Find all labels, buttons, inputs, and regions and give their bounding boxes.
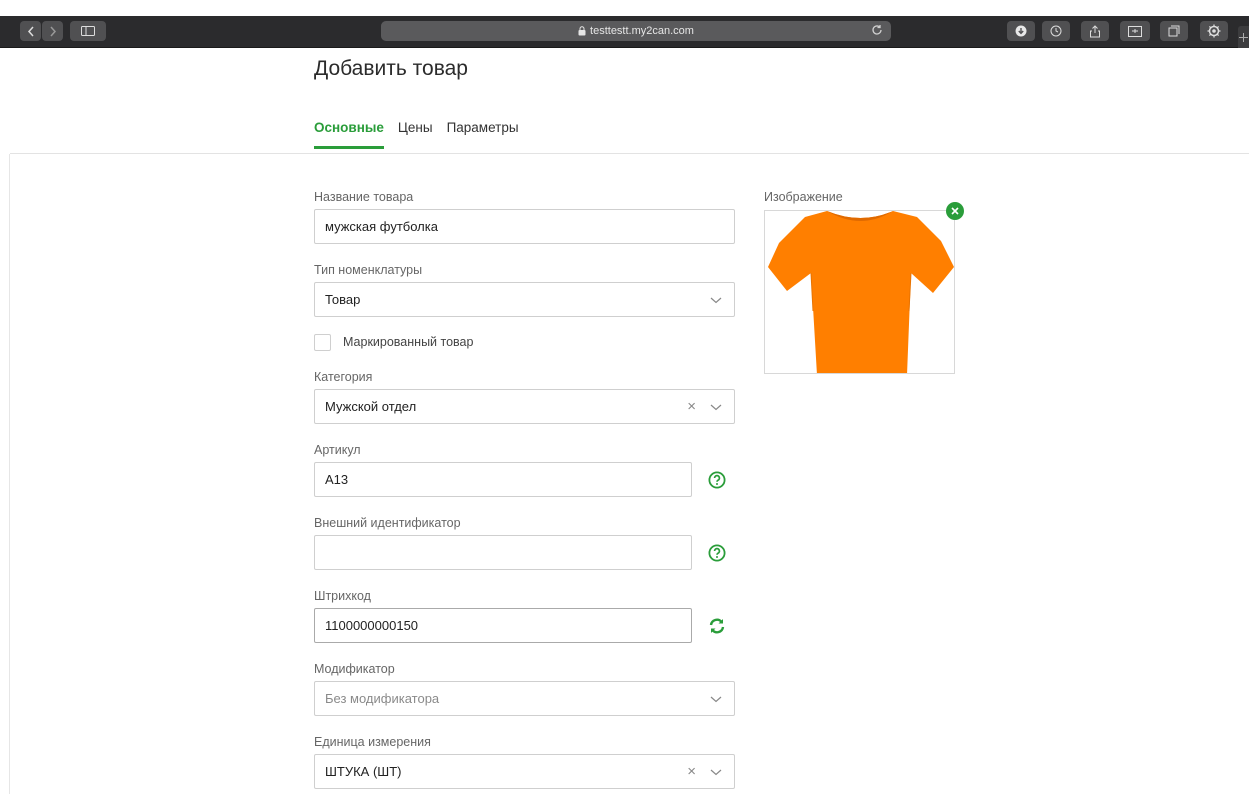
share-button[interactable] bbox=[1081, 21, 1109, 41]
tabs-overview-button[interactable] bbox=[1160, 21, 1188, 41]
external-id-help-icon[interactable] bbox=[708, 544, 726, 562]
extension-button[interactable] bbox=[1200, 21, 1228, 41]
tab-prices[interactable]: Цены bbox=[398, 120, 433, 149]
gear-icon bbox=[1207, 24, 1221, 38]
category-label: Категория bbox=[314, 370, 373, 384]
chevron-down-icon bbox=[710, 696, 722, 703]
unit-clear-icon[interactable]: × bbox=[687, 764, 696, 779]
modifier-placeholder: Без модификатора bbox=[325, 691, 440, 706]
barcode-input[interactable]: 1100000000150 bbox=[314, 608, 692, 643]
chevron-left-icon bbox=[27, 26, 34, 36]
unit-select[interactable]: ШТУКА (ШТ) × bbox=[314, 754, 735, 789]
sidebar-icon bbox=[81, 26, 95, 36]
window-top-strip bbox=[0, 0, 1249, 16]
share-icon bbox=[1090, 24, 1100, 37]
tab-main[interactable]: Основные bbox=[314, 120, 384, 149]
sidebar-divider bbox=[9, 154, 10, 794]
marked-checkbox[interactable] bbox=[314, 334, 331, 351]
chevron-down-icon bbox=[710, 769, 722, 776]
close-icon bbox=[951, 207, 959, 215]
barcode-value: 1100000000150 bbox=[325, 618, 419, 633]
category-value: Мужской отдел bbox=[325, 399, 417, 414]
name-input[interactable]: мужская футболка bbox=[314, 209, 735, 244]
forward-button[interactable] bbox=[42, 21, 63, 41]
category-clear-icon[interactable]: × bbox=[687, 399, 696, 414]
address-bar[interactable]: testtestt.my2can.com bbox=[381, 21, 891, 41]
image-label: Изображение bbox=[764, 190, 843, 204]
type-label: Тип номенклатуры bbox=[314, 263, 423, 277]
address-url: testtestt.my2can.com bbox=[590, 25, 694, 37]
unit-label: Единица измерения bbox=[314, 735, 431, 749]
article-input[interactable]: A13 bbox=[314, 462, 692, 497]
article-help-icon[interactable] bbox=[708, 471, 726, 489]
type-value: Товар bbox=[325, 292, 361, 307]
clock-icon bbox=[1050, 25, 1062, 37]
chevron-down-icon bbox=[710, 404, 722, 411]
article-label: Артикул bbox=[314, 443, 361, 457]
reader-button[interactable] bbox=[1120, 21, 1150, 41]
page-content: Добавить товар Основные Цены Параметры Н… bbox=[0, 48, 1249, 794]
type-select[interactable]: Товар bbox=[314, 282, 735, 317]
new-tab-button[interactable] bbox=[1238, 26, 1249, 48]
sidebar-button[interactable] bbox=[70, 21, 106, 41]
name-label: Название товара bbox=[314, 190, 414, 204]
reload-icon[interactable] bbox=[871, 24, 883, 39]
refresh-icon[interactable] bbox=[708, 617, 726, 635]
plus-icon bbox=[1239, 32, 1248, 42]
browser-toolbar: testtestt.my2can.com bbox=[0, 16, 1249, 48]
marked-label: Маркированный товар bbox=[343, 335, 474, 349]
tshirt-image bbox=[768, 211, 954, 373]
unit-value: ШТУКА (ШТ) bbox=[325, 764, 402, 779]
download-icon bbox=[1015, 25, 1027, 37]
tabs-bar: Основные Цены Параметры bbox=[314, 120, 533, 149]
modifier-label: Модификатор bbox=[314, 662, 395, 676]
external-id-input[interactable] bbox=[314, 535, 692, 570]
tabs-divider bbox=[10, 153, 1249, 154]
tabs-icon bbox=[1168, 25, 1180, 37]
product-image[interactable] bbox=[764, 210, 955, 374]
reader-icon bbox=[1128, 25, 1142, 37]
chevron-right-icon bbox=[49, 26, 56, 36]
tab-parameters[interactable]: Параметры bbox=[447, 120, 519, 149]
article-value: A13 bbox=[325, 472, 349, 487]
downloads-button[interactable] bbox=[1007, 21, 1035, 41]
category-select[interactable]: Мужской отдел × bbox=[314, 389, 735, 424]
modifier-select[interactable]: Без модификатора bbox=[314, 681, 735, 716]
chevron-down-icon bbox=[710, 297, 722, 304]
external-id-label: Внешний идентификатор bbox=[314, 516, 461, 530]
name-value: мужская футболка bbox=[325, 219, 438, 234]
page-title: Добавить товар bbox=[314, 57, 468, 80]
back-button[interactable] bbox=[20, 21, 41, 41]
history-button[interactable] bbox=[1042, 21, 1070, 41]
lock-icon bbox=[578, 26, 586, 36]
remove-image-button[interactable] bbox=[946, 202, 964, 220]
barcode-label: Штрихкод bbox=[314, 589, 371, 603]
